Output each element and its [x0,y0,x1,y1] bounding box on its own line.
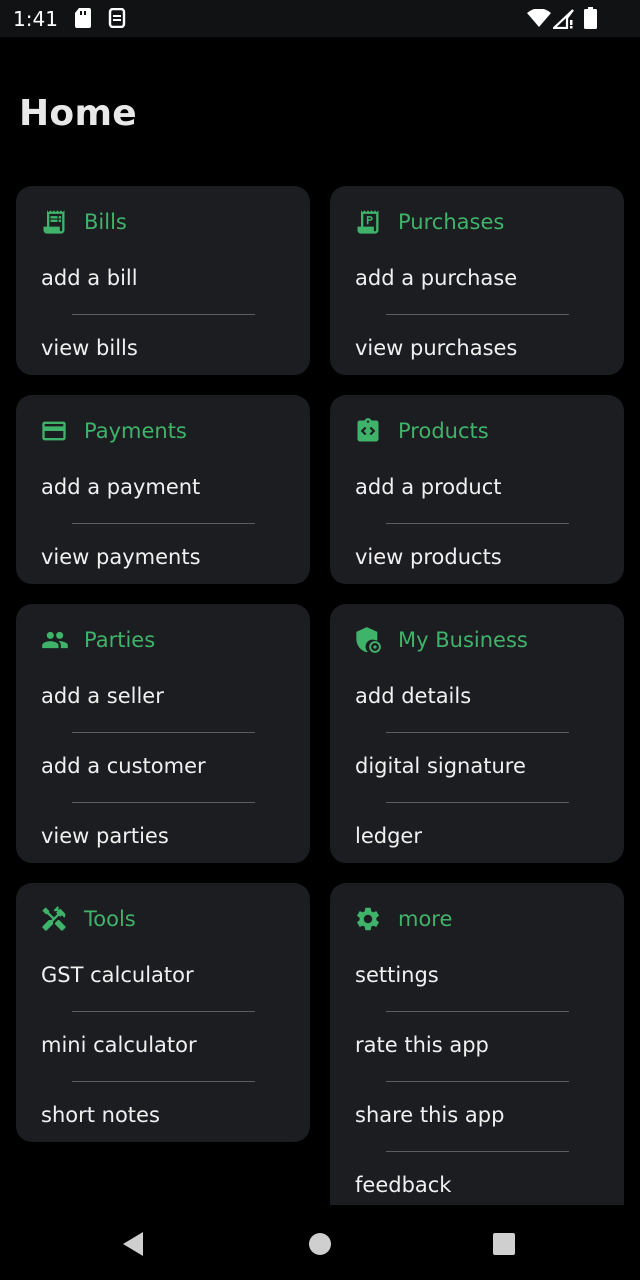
purchases-card: Purchases add a purchase view purchases [330,186,624,375]
bills-header: Bills [40,206,127,238]
status-time: 1:41 [13,7,58,31]
parties-title: Parties [84,628,156,652]
purchases-title: Purchases [398,210,505,234]
divider [72,802,255,803]
payments-header: Payments [40,415,187,447]
home-grid[interactable]: Bills add a bill view bills Purchases ad… [0,160,640,1205]
navigation-bar [0,1205,640,1280]
business-card: My Business add details digital signatur… [330,604,624,863]
product-box-icon [354,417,382,445]
business-header: My Business [354,624,528,656]
parties-card: Parties add a seller add a customer view… [16,604,310,863]
sync-icon [108,7,126,32]
screen: 1:41 Home Bills add a bill view bills Pu… [0,0,640,1280]
purchases-header: Purchases [354,206,504,238]
digital-signature-item[interactable]: digital signature [355,754,526,778]
people-icon [40,626,68,654]
divider [72,1081,255,1082]
more-title: more [398,907,453,931]
gear-icon [354,905,382,933]
view-products-item[interactable]: view products [355,545,502,569]
view-parties-item[interactable]: view parties [41,824,169,848]
divider [386,1081,569,1082]
settings-item[interactable]: settings [355,963,439,987]
add-seller-item[interactable]: add a seller [41,684,164,708]
divider [386,523,569,524]
parties-header: Parties [40,624,155,656]
payments-card: Payments add a payment view payments [16,395,310,584]
mini-calculator-item[interactable]: mini calculator [41,1033,197,1057]
products-header: Products [354,415,489,447]
wifi-icon [527,8,551,31]
home-icon[interactable] [308,1232,332,1260]
products-card: Products add a product view products [330,395,624,584]
divider [386,732,569,733]
divider [386,802,569,803]
divider [386,314,569,315]
tools-card: Tools GST calculator mini calculator sho… [16,883,310,1142]
divider [72,523,255,524]
back-icon[interactable] [121,1231,145,1261]
view-payments-item[interactable]: view payments [41,545,201,569]
gst-calculator-item[interactable]: GST calculator [41,963,194,987]
add-product-item[interactable]: add a product [355,475,502,499]
tools-header: Tools [40,903,136,935]
ledger-item[interactable]: ledger [355,824,422,848]
sd-card-icon [75,8,91,32]
status-bar: 1:41 [0,0,640,37]
credit-card-icon [40,417,68,445]
recents-icon[interactable] [492,1232,516,1260]
add-details-item[interactable]: add details [355,684,471,708]
more-header: more [354,903,452,935]
view-purchases-item[interactable]: view purchases [355,336,517,360]
add-payment-item[interactable]: add a payment [41,475,200,499]
tools-title: Tools [84,907,136,931]
share-app-item[interactable]: share this app [355,1103,504,1127]
cell-signal-icon [551,9,575,33]
bills-card: Bills add a bill view bills [16,186,310,375]
add-purchase-item[interactable]: add a purchase [355,266,517,290]
divider [386,1011,569,1012]
divider [72,732,255,733]
rate-app-item[interactable]: rate this app [355,1033,489,1057]
more-card: more settings rate this app share this a… [330,883,624,1205]
receipt-icon [40,208,68,236]
battery-icon [584,7,597,33]
add-bill-item[interactable]: add a bill [41,266,138,290]
business-title: My Business [398,628,528,652]
purchase-receipt-icon [354,208,382,236]
shield-business-icon [354,626,382,654]
view-bills-item[interactable]: view bills [41,336,138,360]
bills-title: Bills [84,210,127,234]
divider [386,1151,569,1152]
feedback-item[interactable]: feedback [355,1173,451,1197]
add-customer-item[interactable]: add a customer [41,754,206,778]
short-notes-item[interactable]: short notes [41,1103,160,1127]
divider [72,314,255,315]
tools-icon [40,905,68,933]
divider [72,1011,255,1012]
payments-title: Payments [84,419,187,443]
products-title: Products [398,419,489,443]
page-title: Home [19,93,137,134]
